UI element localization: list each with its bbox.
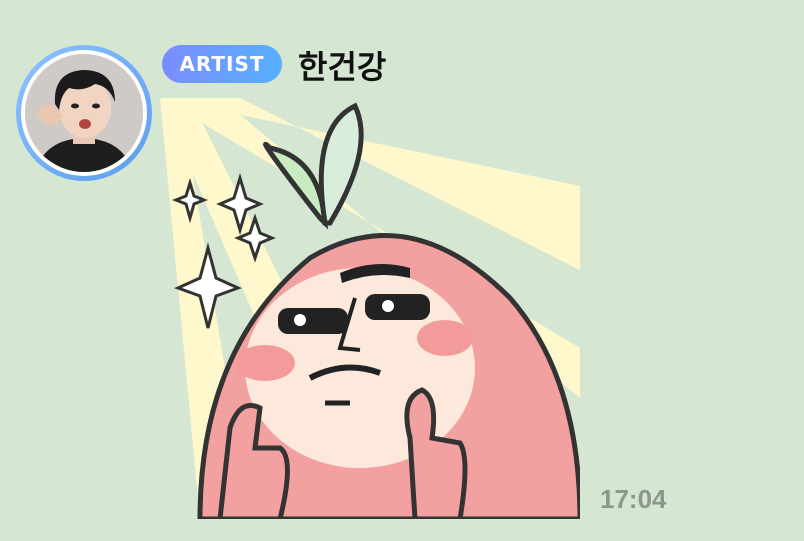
sticker-image[interactable] (160, 98, 580, 519)
message-timestamp: 17:04 (600, 484, 667, 514)
avatar-photo (25, 54, 143, 172)
person-photo-icon (25, 54, 143, 172)
peach-character-icon (160, 98, 580, 519)
sender-avatar[interactable] (16, 45, 152, 181)
artist-badge: ARTIST (162, 45, 282, 83)
avatar-ring (21, 50, 147, 176)
sender-name: 한건강 (298, 48, 387, 86)
